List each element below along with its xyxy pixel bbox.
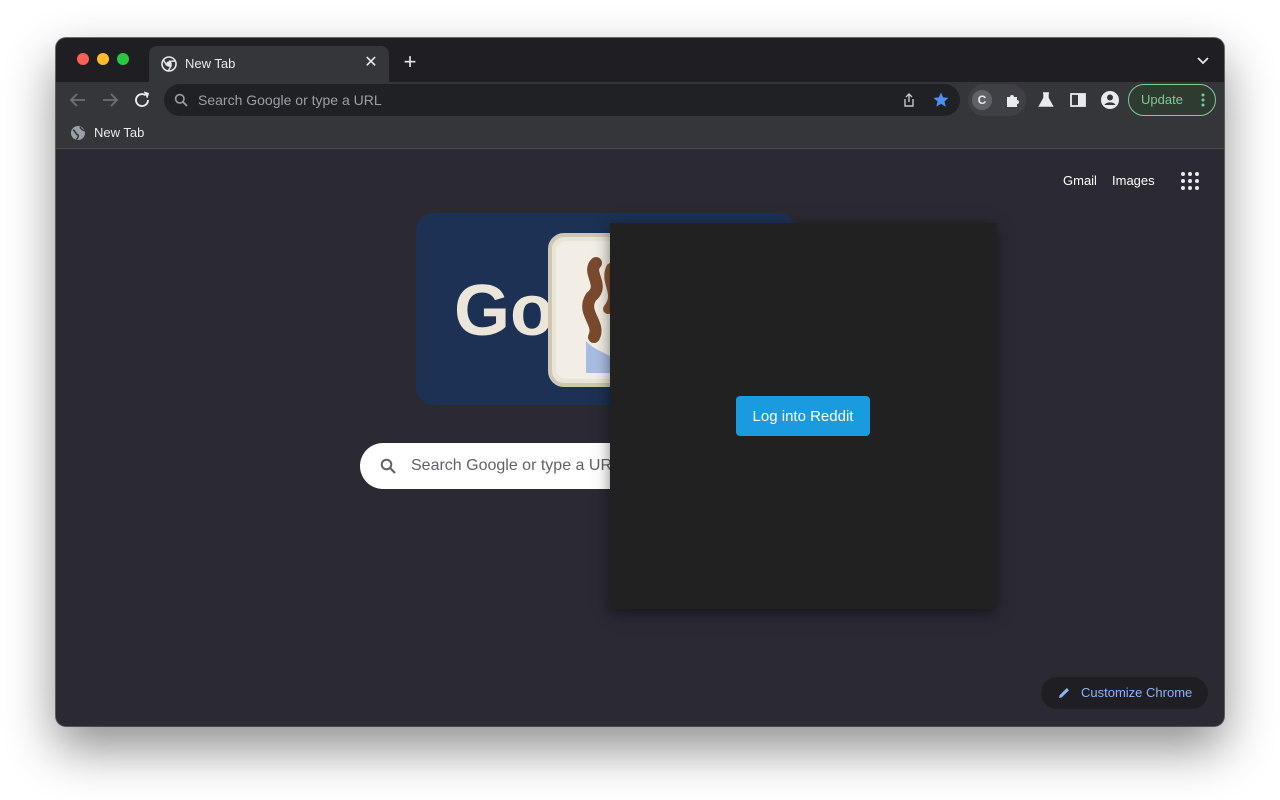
tab-title: New Tab (185, 56, 236, 71)
search-icon (380, 458, 396, 474)
back-arrow-icon[interactable] (67, 89, 89, 111)
kebab-menu-icon[interactable] (1201, 93, 1205, 107)
update-label: Update (1141, 92, 1183, 107)
search-box-placeholder: Search Google or type a URL (411, 457, 621, 474)
search-icon (174, 93, 188, 107)
tab-close-icon[interactable]: ✕ (363, 55, 379, 71)
gmail-link[interactable]: Gmail (1063, 173, 1097, 188)
doodle-text: Go (454, 271, 554, 351)
tab-strip: New Tab ✕ + (56, 38, 1224, 82)
share-icon[interactable] (901, 92, 917, 108)
browser-window: New Tab ✕ + Search Google or type a URL (56, 38, 1224, 726)
extension-popup: Log into Reddit (610, 223, 996, 609)
window-minimize-button[interactable] (97, 53, 109, 65)
new-tab-plus-icon[interactable]: + (400, 51, 420, 73)
bookmarks-bar: New Tab (56, 118, 1224, 149)
bookmark-label: New Tab (94, 125, 145, 140)
extension-c-icon[interactable]: C (972, 90, 992, 110)
window-maximize-button[interactable] (117, 53, 129, 65)
window-close-button[interactable] (77, 53, 89, 65)
chrome-icon (161, 56, 177, 72)
customize-chrome-button[interactable]: Customize Chrome (1041, 677, 1208, 709)
images-link[interactable]: Images (1112, 173, 1155, 188)
forward-arrow-icon[interactable] (99, 89, 121, 111)
chevron-down-icon[interactable] (1196, 56, 1210, 66)
profile-icon[interactable] (1099, 89, 1121, 111)
address-bar-placeholder: Search Google or type a URL (198, 92, 382, 108)
bookmark-star-icon[interactable] (932, 91, 950, 109)
log-into-reddit-button[interactable]: Log into Reddit (736, 396, 870, 436)
pencil-icon (1059, 688, 1069, 698)
globe-icon (71, 126, 85, 141)
customize-chrome-label: Customize Chrome (1081, 685, 1193, 700)
puzzle-icon[interactable] (1004, 91, 1022, 109)
extensions-group: C (968, 84, 1026, 116)
flask-icon[interactable] (1035, 89, 1057, 111)
side-panel-icon[interactable] (1067, 89, 1089, 111)
new-tab-page: Gmail Images Go Search Google or type a … (56, 149, 1224, 726)
address-bar[interactable]: Search Google or type a URL (164, 84, 960, 116)
tab-new-tab[interactable]: New Tab ✕ (149, 46, 389, 82)
google-apps-grid-icon[interactable] (1180, 171, 1200, 191)
reload-icon[interactable] (131, 89, 153, 111)
toolbar: Search Google or type a URL C Update (56, 82, 1224, 118)
update-button[interactable]: Update (1128, 84, 1216, 116)
